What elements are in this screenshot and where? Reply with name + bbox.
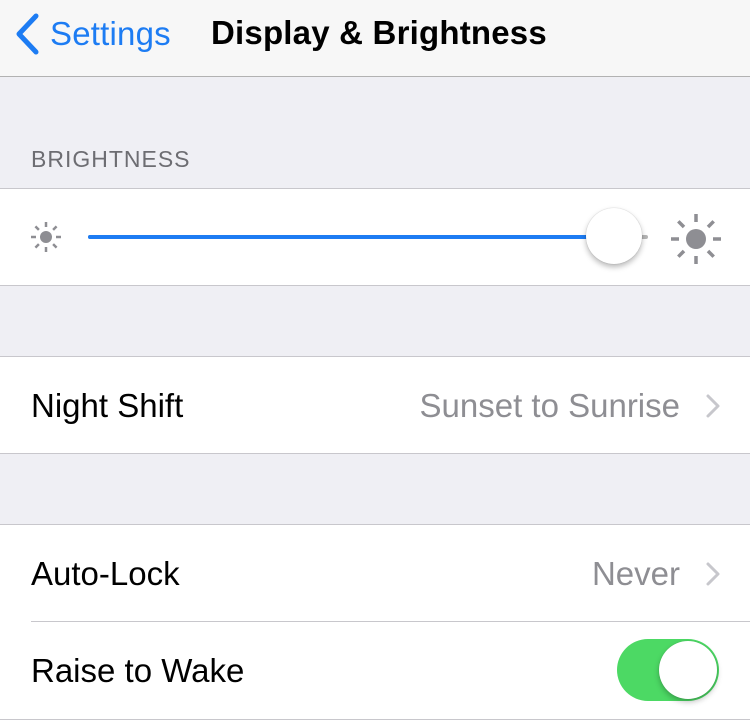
sun-large-icon [671, 214, 721, 264]
brightness-section-header: BRIGHTNESS [31, 146, 191, 172]
page-title: Display & Brightness [211, 14, 547, 51]
toggle-knob [659, 641, 717, 699]
raise-to-wake-row: Raise to Wake [0, 622, 750, 718]
display-brightness-screen: Settings Display & Brightness BRIGHTNESS [0, 0, 750, 720]
night-shift-group: Night Shift Sunset to Sunrise [0, 356, 750, 454]
chevron-left-icon [16, 13, 39, 55]
auto-lock-label: Auto-Lock [31, 555, 180, 592]
brightness-slider[interactable] [88, 207, 648, 267]
chevron-right-icon [706, 562, 720, 586]
night-shift-value: Sunset to Sunrise [419, 387, 681, 424]
raise-to-wake-toggle[interactable] [617, 639, 719, 701]
chevron-right-icon [706, 394, 720, 418]
back-button-label: Settings [50, 15, 171, 52]
back-button[interactable]: Settings [14, 10, 171, 58]
sun-small-icon [31, 222, 61, 252]
navigation-bar: Settings Display & Brightness [0, 0, 750, 77]
slider-thumb[interactable] [586, 208, 643, 264]
slider-fill [88, 235, 615, 239]
brightness-group [0, 188, 750, 286]
raise-to-wake-label: Raise to Wake [31, 652, 245, 689]
night-shift-label: Night Shift [31, 387, 184, 424]
auto-lock-value: Never [591, 555, 680, 592]
auto-lock-row[interactable]: Auto-Lock Never [0, 525, 750, 621]
night-shift-row[interactable]: Night Shift Sunset to Sunrise [0, 357, 750, 453]
lock-group: Auto-Lock Never Raise to Wake [0, 524, 750, 720]
